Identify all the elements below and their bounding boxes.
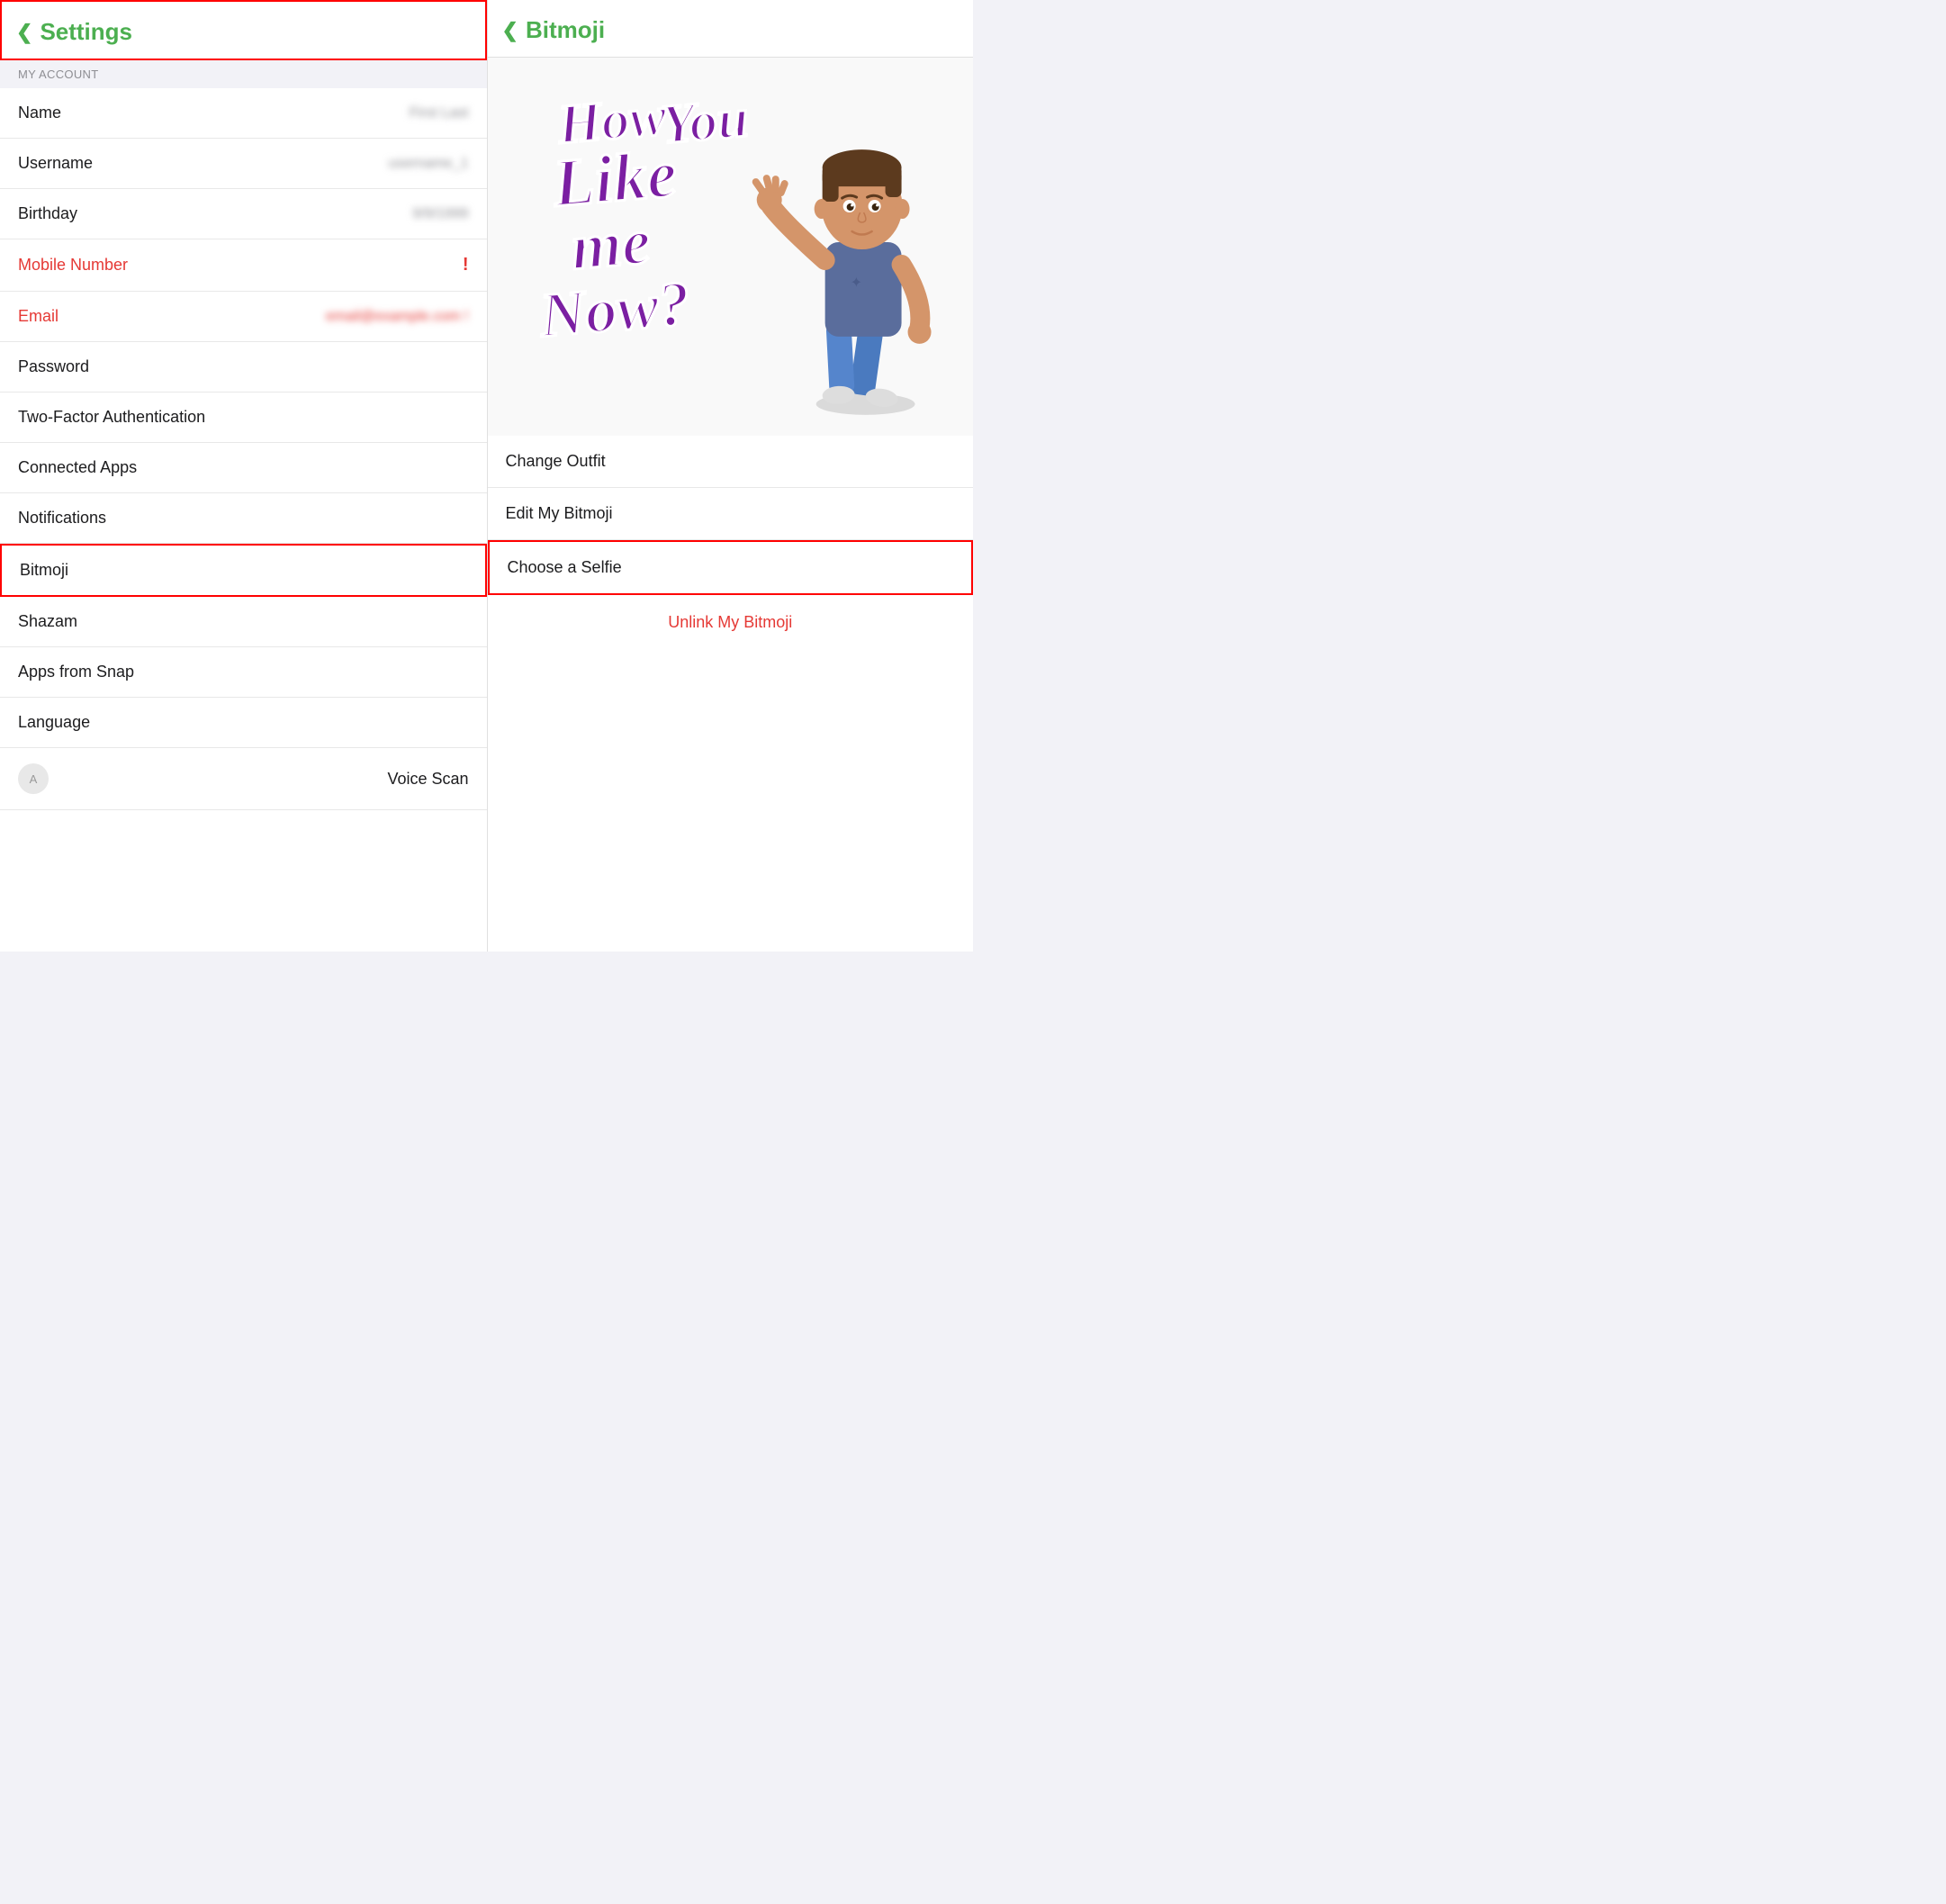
email-label: Email <box>18 307 59 326</box>
change-outfit-option[interactable]: Change Outfit <box>488 436 974 488</box>
menu-item-username[interactable]: Username username_1 <box>0 139 487 189</box>
birthday-label: Birthday <box>18 204 77 223</box>
menu-item-connected-apps[interactable]: Connected Apps <box>0 443 487 493</box>
svg-text:✦: ✦ <box>850 275 861 291</box>
unlink-bitmoji-label: Unlink My Bitmoji <box>668 613 792 631</box>
my-account-section-header: MY ACCOUNT <box>0 60 487 88</box>
menu-item-notifications[interactable]: Notifications <box>0 493 487 544</box>
mobile-label: Mobile Number <box>18 256 128 275</box>
username-label: Username <box>18 154 93 173</box>
email-value: email@example.com ! <box>326 309 469 325</box>
name-label: Name <box>18 104 61 122</box>
menu-item-mobile[interactable]: Mobile Number ! <box>0 239 487 292</box>
name-value: First Last <box>410 105 469 122</box>
menu-item-shazam[interactable]: Shazam <box>0 597 487 647</box>
svg-text:me: me <box>568 205 653 284</box>
menu-item-voice-scan[interactable]: A Voice Scan <box>0 748 487 810</box>
edit-bitmoji-label: Edit My Bitmoji <box>506 504 613 522</box>
edit-bitmoji-option[interactable]: Edit My Bitmoji <box>488 488 974 540</box>
mobile-alert-icon: ! <box>463 255 469 275</box>
two-factor-label: Two-Factor Authentication <box>18 408 205 427</box>
shazam-label: Shazam <box>18 612 77 631</box>
left-panel: ❮ Settings MY ACCOUNT Name First Last Us… <box>0 0 488 952</box>
unlink-bitmoji-button[interactable]: Unlink My Bitmoji <box>488 595 974 650</box>
bitmoji-label: Bitmoji <box>20 561 68 580</box>
connected-apps-label: Connected Apps <box>18 458 137 477</box>
menu-item-password[interactable]: Password <box>0 342 487 393</box>
choose-selfie-label: Choose a Selfie <box>508 558 622 576</box>
bitmoji-options-container: Change Outfit Edit My Bitmoji Choose a S… <box>488 436 974 952</box>
menu-item-bitmoji[interactable]: Bitmoji <box>0 544 487 597</box>
svg-text:A: A <box>30 772 38 786</box>
right-panel: ❮ Bitmoji How You Like me Now? How You L… <box>488 0 974 952</box>
bitmoji-header: ❮ Bitmoji <box>488 0 974 58</box>
bitmoji-back-arrow[interactable]: ❮ <box>502 19 518 42</box>
notifications-label: Notifications <box>18 509 106 528</box>
settings-back-arrow[interactable]: ❮ <box>16 21 32 44</box>
password-label: Password <box>18 357 89 376</box>
menu-item-name[interactable]: Name First Last <box>0 88 487 139</box>
apuals-logo-icon: A <box>18 763 49 794</box>
username-value: username_1 <box>389 156 469 172</box>
bitmoji-svg: How You Like me Now? How You Like me Now… <box>506 67 956 427</box>
voice-scan-label: Voice Scan <box>387 770 468 789</box>
menu-item-birthday[interactable]: Birthday 9/9/1999 <box>0 189 487 239</box>
menu-item-apps-from-snap[interactable]: Apps from Snap <box>0 647 487 698</box>
change-outfit-label: Change Outfit <box>506 452 606 470</box>
bitmoji-title: Bitmoji <box>526 16 605 44</box>
svg-text:Now?: Now? <box>536 269 692 351</box>
menu-item-two-factor[interactable]: Two-Factor Authentication <box>0 393 487 443</box>
language-label: Language <box>18 713 90 732</box>
apps-from-snap-label: Apps from Snap <box>18 663 134 681</box>
birthday-value: 9/9/1999 <box>412 206 468 222</box>
menu-item-email[interactable]: Email email@example.com ! <box>0 292 487 342</box>
bitmoji-illustration: How You Like me Now? How You Like me Now… <box>488 58 974 436</box>
settings-title: Settings <box>40 18 132 46</box>
choose-selfie-option[interactable]: Choose a Selfie <box>488 540 974 595</box>
settings-header: ❮ Settings <box>0 0 487 60</box>
menu-item-language[interactable]: Language <box>0 698 487 748</box>
